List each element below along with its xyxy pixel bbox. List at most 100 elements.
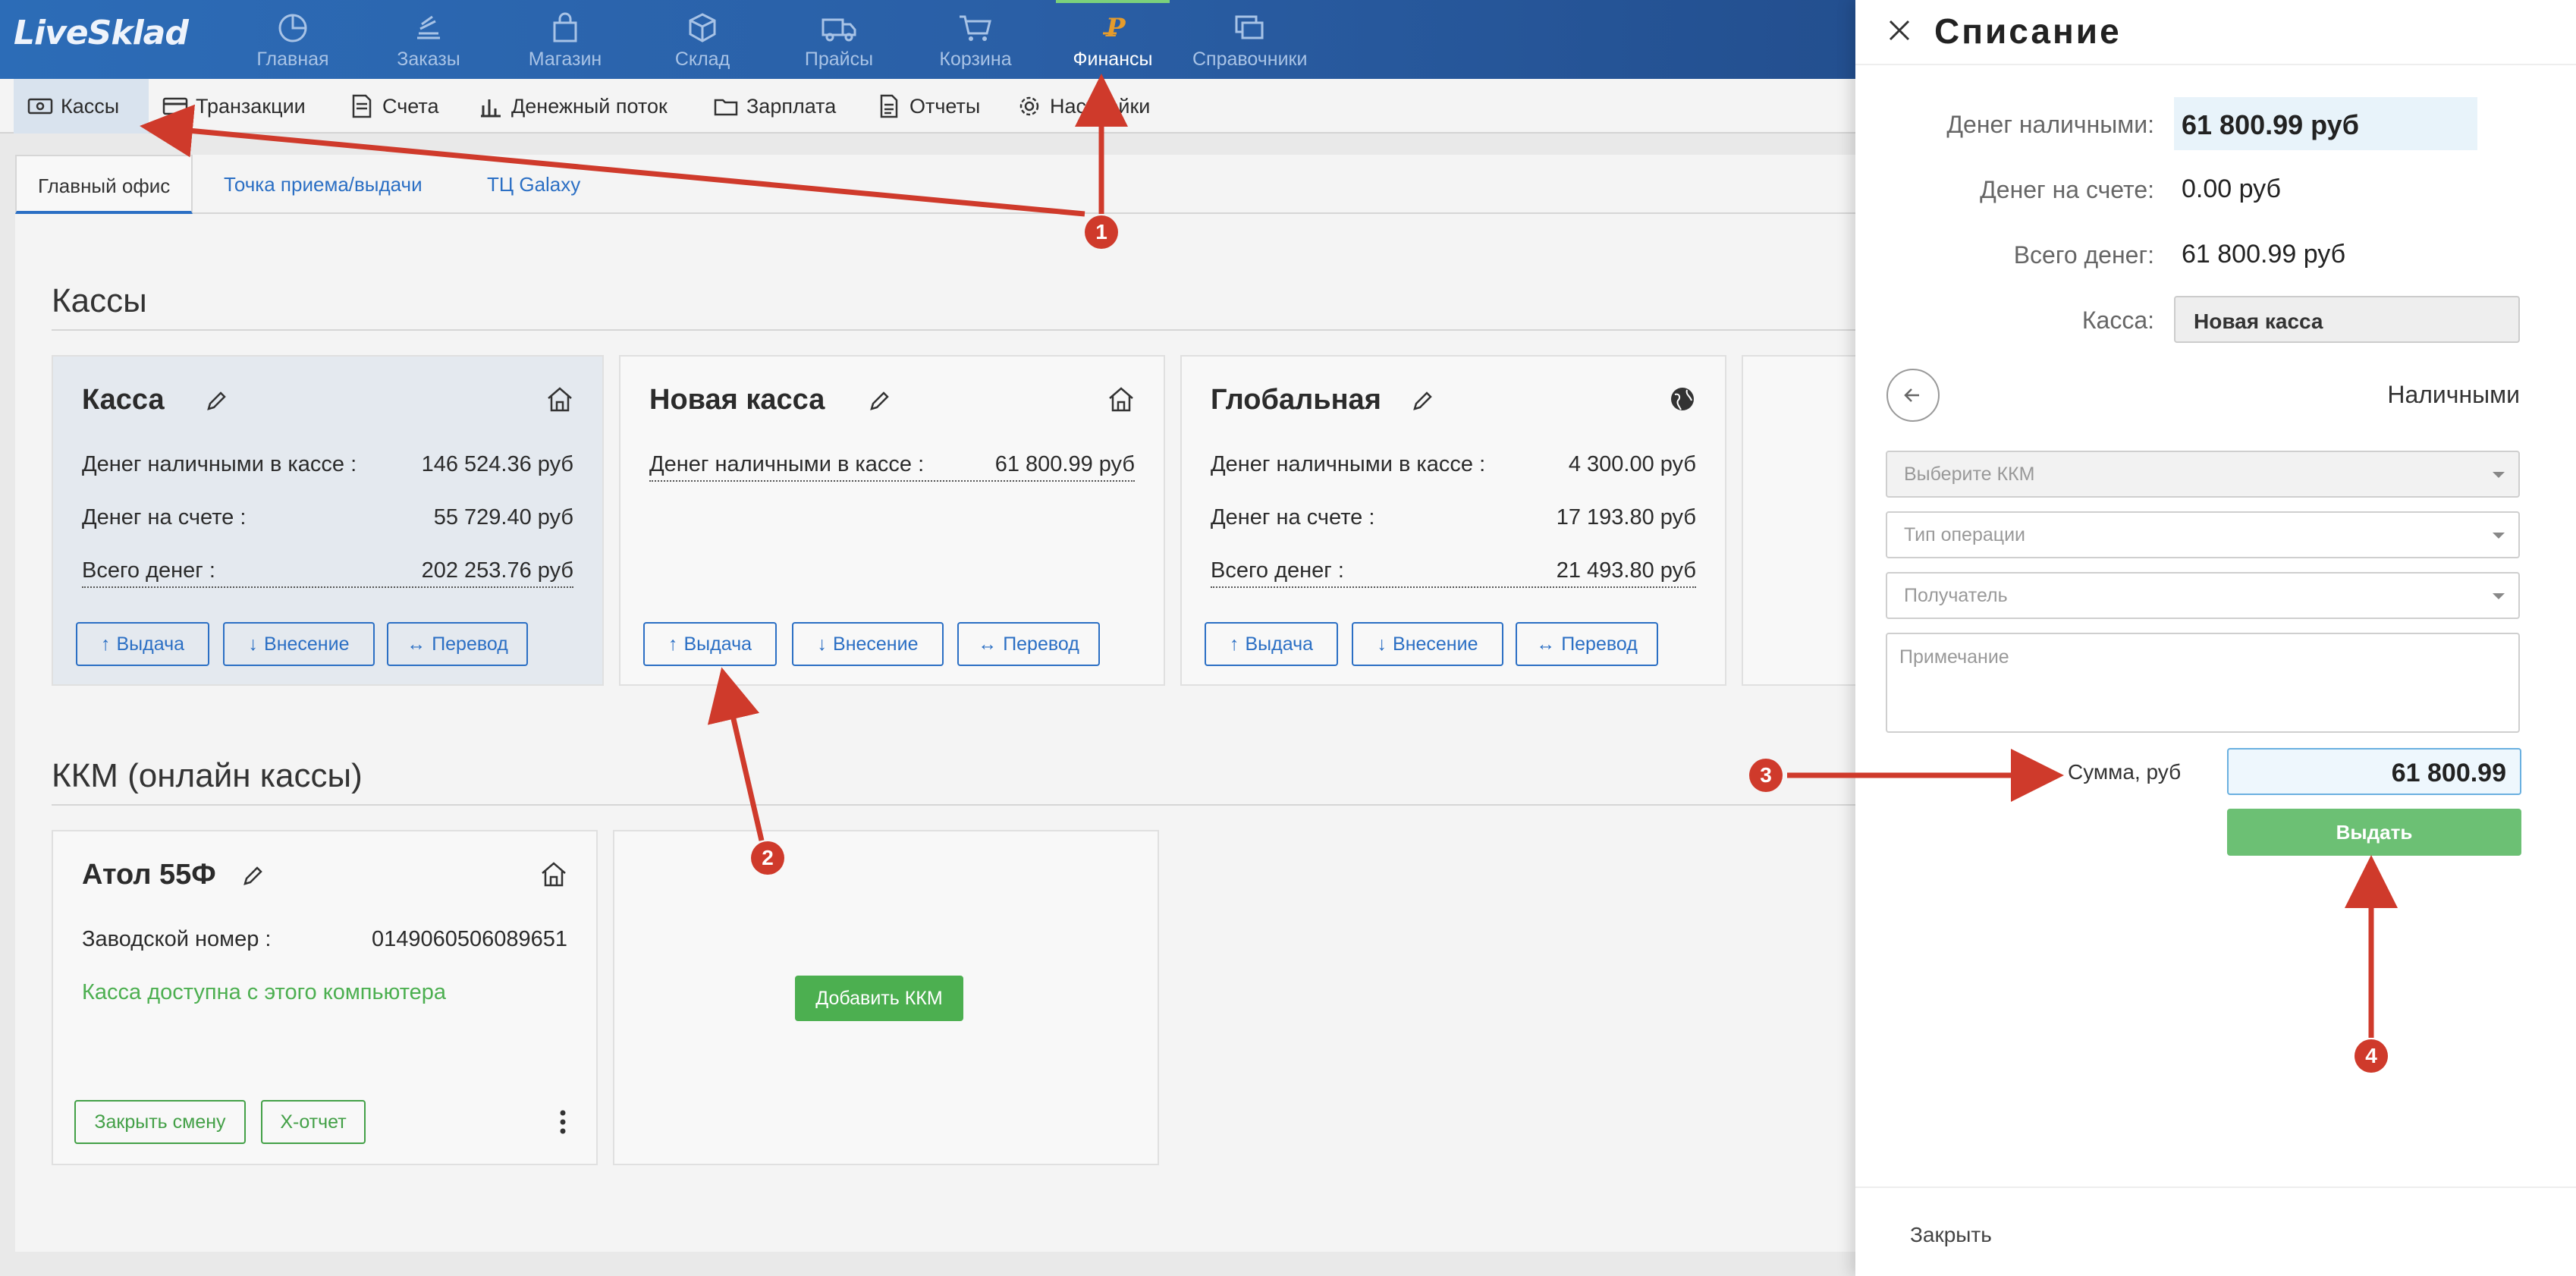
- deposit-label: Внесение: [1393, 633, 1478, 655]
- transfer-button[interactable]: ↔ Перевод: [957, 622, 1100, 666]
- subnav-label: Транзакции: [196, 94, 306, 118]
- subnav-label: Денежный поток: [511, 94, 668, 118]
- tab-pickup-point[interactable]: Точка приема/выдачи: [203, 155, 444, 214]
- nav-label: Справочники: [1192, 49, 1308, 70]
- nav-item-finance[interactable]: P Финансы: [1056, 0, 1170, 79]
- folder-icon: [714, 99, 738, 116]
- transfer-icon: ↔: [978, 633, 997, 655]
- close-icon[interactable]: [1884, 15, 1915, 46]
- divider: [1855, 64, 2576, 65]
- nav-item-shop[interactable]: Магазин: [508, 0, 622, 79]
- issue-button[interactable]: ↑ Выдача: [76, 622, 209, 666]
- cash-row: Денег наличными в кассе : 4 300.00 руб: [1211, 452, 1696, 477]
- pie-chart-icon: [278, 14, 307, 42]
- subnav-label: Счета: [382, 94, 439, 118]
- nav-label: Магазин: [528, 49, 602, 70]
- issue-label: Выдача: [116, 633, 184, 655]
- cash-label: Денег наличными:: [1946, 111, 2154, 138]
- pencil-icon[interactable]: [205, 390, 228, 413]
- deposit-button[interactable]: ↓ Внесение: [792, 622, 944, 666]
- operation-type-select[interactable]: Тип операции: [1886, 511, 2520, 558]
- transfer-button[interactable]: ↔ Перевод: [387, 622, 528, 666]
- total-row[interactable]: Всего денег : 21 493.80 руб: [1211, 558, 1696, 588]
- kassy-section-title: Кассы: [52, 282, 147, 319]
- nav-item-prices[interactable]: Прайсы: [782, 0, 896, 79]
- nav-item-directories[interactable]: Справочники: [1192, 0, 1308, 79]
- kassa-card: Новая касса Денег наличными в кассе : 61 …: [619, 355, 1165, 686]
- pencil-icon[interactable]: [868, 390, 891, 413]
- recipient-select[interactable]: Получатель: [1886, 572, 2520, 619]
- subnav-label: Кассы: [61, 94, 120, 118]
- more-vertical-icon[interactable]: [558, 1109, 567, 1135]
- pencil-icon[interactable]: [241, 865, 264, 888]
- issue-button[interactable]: ↑ Выдача: [643, 622, 777, 666]
- subnav-item-transactions[interactable]: Транзакции: [162, 79, 306, 134]
- nav-item-warehouse[interactable]: Склад: [646, 0, 759, 79]
- transfer-button[interactable]: ↔ Перевод: [1516, 622, 1658, 666]
- nav-label: Корзина: [939, 49, 1012, 70]
- nav-item-orders[interactable]: Заказы: [372, 0, 485, 79]
- pencil-icon[interactable]: [1411, 390, 1434, 413]
- serial-label: Заводской номер :: [82, 927, 272, 951]
- document-icon: [880, 94, 898, 118]
- nav-item-cart[interactable]: Корзина: [919, 0, 1032, 79]
- total-label: Всего денег :: [1211, 558, 1344, 583]
- serial-value: 0149060506089651: [371, 927, 567, 951]
- serial-row: Заводской номер : 0149060506089651: [82, 927, 567, 952]
- subnav-item-kassy[interactable]: Кассы: [14, 79, 149, 134]
- arrow-up-icon: ↑: [668, 633, 678, 655]
- callout-badge: 1: [1085, 215, 1118, 249]
- x-report-button[interactable]: Х-отчет: [261, 1100, 366, 1144]
- subnav-item-invoices[interactable]: Счета: [349, 79, 438, 134]
- submit-issue-button[interactable]: Выдать: [2227, 809, 2521, 856]
- add-kkm-button[interactable]: Добавить ККМ: [795, 976, 963, 1021]
- ruble-icon: P: [1103, 13, 1126, 43]
- transfer-label: Перевод: [1561, 633, 1638, 655]
- kassa-card-partial: [1742, 355, 1863, 686]
- account-label: Денег на счете:: [1980, 176, 2154, 203]
- issue-button[interactable]: ↑ Выдача: [1205, 622, 1338, 666]
- tab-galaxy[interactable]: ТЦ Galaxy: [466, 155, 602, 214]
- nav-label: Заказы: [397, 49, 460, 70]
- subnav-label: Настройки: [1050, 94, 1151, 118]
- recipient-placeholder: Получатель: [1904, 584, 2008, 606]
- divider: [1855, 1186, 2576, 1188]
- kkm-section-title: ККМ (онлайн кассы): [52, 757, 363, 794]
- box-icon: [689, 13, 716, 42]
- close-button[interactable]: Закрыть: [1910, 1223, 1992, 1247]
- card-icon: [162, 97, 188, 115]
- close-shift-button[interactable]: Закрыть смену: [74, 1100, 246, 1144]
- issue-label: Выдача: [683, 633, 752, 655]
- subnav-label: Зарплата: [746, 94, 837, 118]
- note-textarea[interactable]: Примечание: [1886, 633, 2520, 733]
- cash-row[interactable]: Денег наличными в кассе : 61 800.99 руб: [649, 452, 1135, 482]
- logo[interactable]: LiveSklad: [14, 14, 189, 52]
- arrow-down-icon: ↓: [817, 633, 828, 655]
- subnav-item-reports[interactable]: Отчеты: [876, 79, 980, 134]
- house-icon: [1109, 387, 1133, 412]
- house-icon: [542, 862, 566, 887]
- deposit-button[interactable]: ↓ Внесение: [1352, 622, 1503, 666]
- divider: [52, 329, 1857, 331]
- account-row: Денег на счете : 55 729.40 руб: [82, 505, 573, 530]
- account-label: Денег на счете :: [1211, 505, 1375, 530]
- cash-label: Денег наличными в кассе :: [82, 452, 357, 476]
- subnav-item-cashflow[interactable]: Денежный поток: [478, 79, 668, 134]
- chevron-down-icon: [2493, 533, 2505, 539]
- deposit-button[interactable]: ↓ Внесение: [223, 622, 375, 666]
- subnav-item-settings[interactable]: Настройки: [1016, 79, 1150, 134]
- callout-badge: 3: [1749, 759, 1783, 792]
- back-arrow-icon[interactable]: [1886, 368, 1940, 423]
- issue-label: Выдача: [1245, 633, 1313, 655]
- total-row[interactable]: Всего денег : 202 253.76 руб: [82, 558, 573, 588]
- tab-main-office[interactable]: Главный офис: [15, 155, 193, 214]
- subnav-item-salary[interactable]: Зарплата: [713, 79, 836, 134]
- kkm-select[interactable]: Выберите ККМ: [1886, 451, 2520, 498]
- cash-value: 61 800.99 руб: [2174, 97, 2477, 150]
- kkm-status: Касса доступна с этого компьютера: [82, 980, 447, 1004]
- top-navigation: LiveSklad Главная Заказы Магазин Склад П…: [0, 0, 1855, 79]
- kkm-card: Атол 55Ф Заводской номер : 01490605060896…: [52, 830, 598, 1165]
- nav-item-home[interactable]: Главная: [236, 0, 350, 79]
- amount-input[interactable]: 61 800.99: [2227, 748, 2521, 795]
- kassa-select[interactable]: Новая касса: [2174, 296, 2520, 343]
